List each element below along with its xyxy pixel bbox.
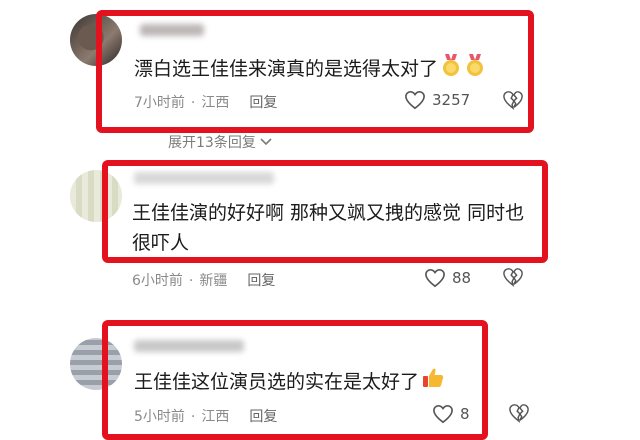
like-count: 3257: [432, 91, 471, 109]
medal-icon: [464, 52, 486, 87]
comment-text: 王佳佳演的好好啊 那种又飒又拽的感觉 同时也很吓人: [132, 202, 525, 254]
like-button[interactable]: 3257: [404, 90, 470, 110]
heart-icon: [425, 268, 445, 288]
location: 新疆: [199, 273, 228, 289]
chevron-down-icon: [260, 135, 272, 151]
broken-heart-icon: [503, 268, 523, 287]
comment-meta: 6小时前 · 新疆 回复: [132, 273, 276, 289]
reply-button[interactable]: 回复: [247, 273, 275, 289]
location: 江西: [201, 95, 230, 111]
dislike-button[interactable]: [502, 267, 524, 291]
dislike-button[interactable]: [502, 90, 524, 114]
dislike-button[interactable]: [508, 403, 530, 427]
comment-text: 漂白选王佳佳来演真的是选得太对了: [134, 52, 486, 87]
expand-replies-button[interactable]: 展开13条回复: [168, 132, 272, 152]
thumbs-up-icon: [421, 366, 445, 399]
broken-heart-icon: [509, 404, 529, 423]
broken-heart-icon: [503, 91, 523, 110]
like-button[interactable]: 88: [424, 268, 471, 288]
reply-button[interactable]: 回复: [249, 409, 277, 425]
heart-icon: [405, 90, 425, 110]
comment-meta: 5小时前 · 江西 回复: [134, 409, 278, 425]
like-count: 88: [452, 269, 472, 287]
like-count: 8: [460, 405, 470, 423]
medal-icon: [440, 52, 462, 87]
like-button[interactable]: 8: [432, 404, 470, 424]
timestamp: 7小时前: [134, 95, 185, 111]
comment-meta: 7小时前 · 江西 回复: [134, 95, 278, 111]
comment-text: 王佳佳这位演员选的实在是太好了: [134, 366, 445, 399]
timestamp: 6小时前: [132, 273, 183, 289]
heart-icon: [433, 404, 453, 424]
reply-button[interactable]: 回复: [249, 95, 277, 111]
timestamp: 5小时前: [134, 409, 185, 425]
location: 江西: [201, 409, 230, 425]
